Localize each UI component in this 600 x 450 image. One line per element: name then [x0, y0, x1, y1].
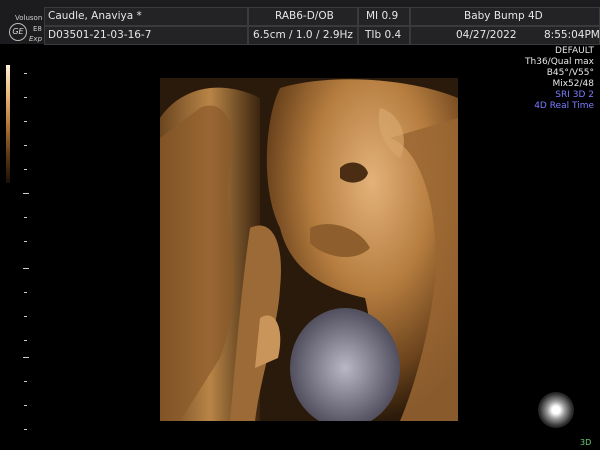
ruler-tick [24, 145, 27, 146]
voluson-logo: Voluson GE E8 Exp [3, 3, 43, 43]
probe-orientation-icon [538, 392, 574, 428]
brand-label: Voluson [15, 14, 43, 22]
ruler-tick-major [23, 357, 29, 358]
ruler-tick [24, 169, 27, 170]
ruler-tick [24, 73, 27, 74]
ruler-tick [24, 381, 27, 382]
patient-name: Caudle, Anaviya * [48, 10, 142, 22]
settings-default: DEFAULT [555, 46, 594, 56]
settings-angles: B45°/V55° [546, 68, 594, 78]
ruler-tick [24, 405, 27, 406]
model-label: E8 [33, 25, 42, 33]
settings-4d-mode: 4D Real Time [534, 101, 594, 111]
color-scale-bar [6, 65, 10, 183]
ultrasound-render-svg [160, 78, 458, 421]
ruler-tick [24, 340, 27, 341]
ruler-tick [24, 97, 27, 98]
fetal-3d-render [160, 78, 458, 421]
header-bar: Voluson GE E8 Exp Caudle, Anaviya * RAB6… [0, 0, 600, 45]
exam-date: 04/27/2022 [456, 29, 517, 41]
mi-value: MI 0.9 [366, 10, 399, 22]
tib-value: TIb 0.4 [365, 29, 402, 41]
preset-name: Baby Bump 4D [464, 10, 543, 22]
patient-id: D03501-21-03-16-7 [48, 29, 152, 41]
depth-frequency: 6.5cm / 1.0 / 2.9Hz [253, 29, 353, 41]
probe-name: RAB6-D/OB [275, 10, 334, 22]
settings-mix: Mix52/48 [552, 79, 594, 89]
mode-label: Exp [29, 35, 43, 43]
ruler-tick [24, 316, 27, 317]
ruler-tick [24, 292, 27, 293]
ruler-tick [24, 429, 27, 430]
settings-sri: SRI 3D 2 [555, 90, 594, 100]
exam-time: 8:55:04PM [544, 29, 600, 41]
ruler-tick [24, 217, 27, 218]
ruler-tick-major [23, 193, 29, 194]
ruler-tick-major [23, 268, 29, 269]
ruler-tick [24, 241, 27, 242]
settings-thickness-quality: Th36/Qual max [525, 57, 594, 67]
3d-mode-indicator: 3D [580, 438, 592, 447]
ruler-tick [24, 121, 27, 122]
ge-logo-icon: GE [9, 23, 27, 41]
